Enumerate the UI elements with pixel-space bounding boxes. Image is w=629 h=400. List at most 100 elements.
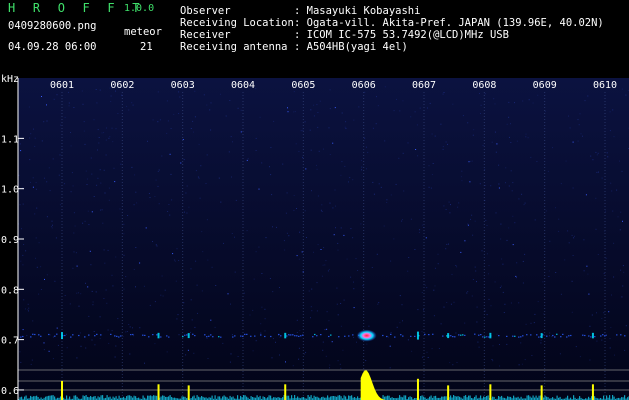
noise-pixel bbox=[93, 119, 95, 121]
noise-pixel bbox=[74, 225, 76, 227]
noise-pixel bbox=[333, 234, 335, 236]
noise-pixel bbox=[44, 278, 45, 280]
noise-pixel bbox=[573, 237, 575, 239]
noise-pixel bbox=[155, 179, 157, 181]
noise-pixel bbox=[491, 141, 493, 143]
histogram-bar bbox=[147, 395, 149, 400]
noise-pixel bbox=[579, 356, 581, 358]
noise-pixel bbox=[288, 235, 290, 237]
noise-pixel bbox=[128, 109, 130, 111]
noise-pixel bbox=[51, 227, 53, 229]
noise-pixel bbox=[94, 344, 96, 346]
histogram-bar bbox=[54, 396, 56, 400]
meteor-echo bbox=[61, 332, 63, 340]
noise-pixel bbox=[325, 355, 327, 357]
noise-pixel bbox=[328, 320, 330, 322]
noise-pixel bbox=[524, 202, 526, 204]
noise-pixel bbox=[445, 209, 447, 210]
noise-pixel bbox=[144, 362, 145, 364]
noise-pixel bbox=[66, 347, 68, 349]
noise-pixel bbox=[52, 224, 53, 226]
noise-pixel bbox=[525, 323, 527, 325]
noise-pixel bbox=[324, 264, 326, 266]
noise-pixel bbox=[506, 343, 508, 345]
histogram-bar bbox=[387, 395, 389, 400]
histogram-bar bbox=[168, 396, 170, 400]
noise-pixel bbox=[93, 331, 95, 332]
noise-pixel bbox=[220, 93, 221, 95]
noise-pixel bbox=[206, 154, 208, 156]
noise-pixel bbox=[190, 299, 192, 301]
histogram-bar bbox=[538, 395, 540, 400]
noise-pixel bbox=[43, 349, 45, 351]
noise-pixel bbox=[133, 268, 135, 270]
noise-pixel bbox=[46, 216, 48, 218]
noise-pixel bbox=[123, 223, 125, 225]
noise-pixel bbox=[525, 136, 527, 138]
noise-pixel bbox=[203, 94, 205, 96]
noise-pixel bbox=[353, 288, 355, 290]
carrier-dot bbox=[160, 336, 162, 338]
noise-pixel bbox=[28, 106, 30, 108]
histogram-bar bbox=[613, 396, 615, 400]
noise-pixel bbox=[301, 251, 303, 253]
noise-pixel bbox=[40, 289, 42, 290]
noise-pixel bbox=[515, 275, 517, 277]
histogram-bar bbox=[93, 396, 95, 400]
noise-pixel bbox=[34, 137, 36, 139]
histogram-bar bbox=[160, 396, 162, 400]
carrier-dot bbox=[240, 335, 242, 337]
carrier-dot bbox=[232, 336, 234, 338]
noise-pixel bbox=[577, 140, 579, 142]
noise-pixel bbox=[108, 342, 110, 344]
noise-pixel bbox=[610, 327, 612, 328]
carrier-dot bbox=[208, 335, 210, 337]
noise-pixel bbox=[234, 271, 236, 273]
noise-pixel bbox=[106, 302, 108, 304]
carrier-dot bbox=[594, 336, 596, 338]
noise-pixel bbox=[85, 347, 87, 349]
noise-pixel bbox=[603, 312, 605, 314]
carrier-dot bbox=[330, 334, 332, 336]
histogram-bar bbox=[420, 396, 422, 400]
noise-pixel bbox=[85, 282, 86, 284]
noise-pixel bbox=[264, 318, 266, 320]
noise-pixel bbox=[492, 345, 494, 347]
histogram-bar bbox=[33, 396, 35, 400]
carrier-dot bbox=[212, 336, 214, 338]
carrier-dot bbox=[352, 334, 354, 336]
noise-pixel bbox=[199, 197, 201, 199]
histogram-bar bbox=[24, 396, 26, 400]
noise-pixel bbox=[172, 253, 174, 255]
noise-pixel bbox=[336, 287, 338, 289]
noise-pixel bbox=[332, 142, 334, 144]
noise-pixel bbox=[401, 304, 403, 306]
histogram-bar bbox=[529, 396, 531, 400]
noise-pixel bbox=[232, 141, 233, 143]
noise-pixel bbox=[97, 129, 99, 131]
histogram-bar bbox=[51, 395, 53, 400]
histogram-bar bbox=[106, 395, 108, 400]
carrier-dot bbox=[344, 335, 346, 337]
histogram-bar bbox=[85, 395, 87, 400]
noise-pixel bbox=[131, 166, 133, 168]
histogram-bar bbox=[126, 396, 128, 400]
histogram-bar bbox=[469, 395, 471, 400]
noise-pixel bbox=[458, 202, 460, 204]
noise-pixel bbox=[21, 228, 22, 230]
noise-pixel bbox=[468, 161, 470, 163]
noise-pixel bbox=[35, 237, 37, 239]
noise-pixel bbox=[356, 341, 357, 343]
histogram-bar bbox=[349, 395, 351, 400]
noise-pixel bbox=[161, 275, 163, 277]
noise-pixel bbox=[530, 322, 532, 324]
noise-pixel bbox=[317, 126, 319, 128]
noise-pixel bbox=[467, 122, 469, 124]
noise-pixel bbox=[428, 165, 430, 167]
noise-pixel bbox=[424, 284, 426, 286]
noise-pixel bbox=[72, 267, 74, 269]
noise-pixel bbox=[434, 135, 436, 137]
noise-pixel bbox=[84, 220, 86, 222]
noise-pixel bbox=[304, 353, 306, 355]
noise-pixel bbox=[620, 269, 622, 271]
